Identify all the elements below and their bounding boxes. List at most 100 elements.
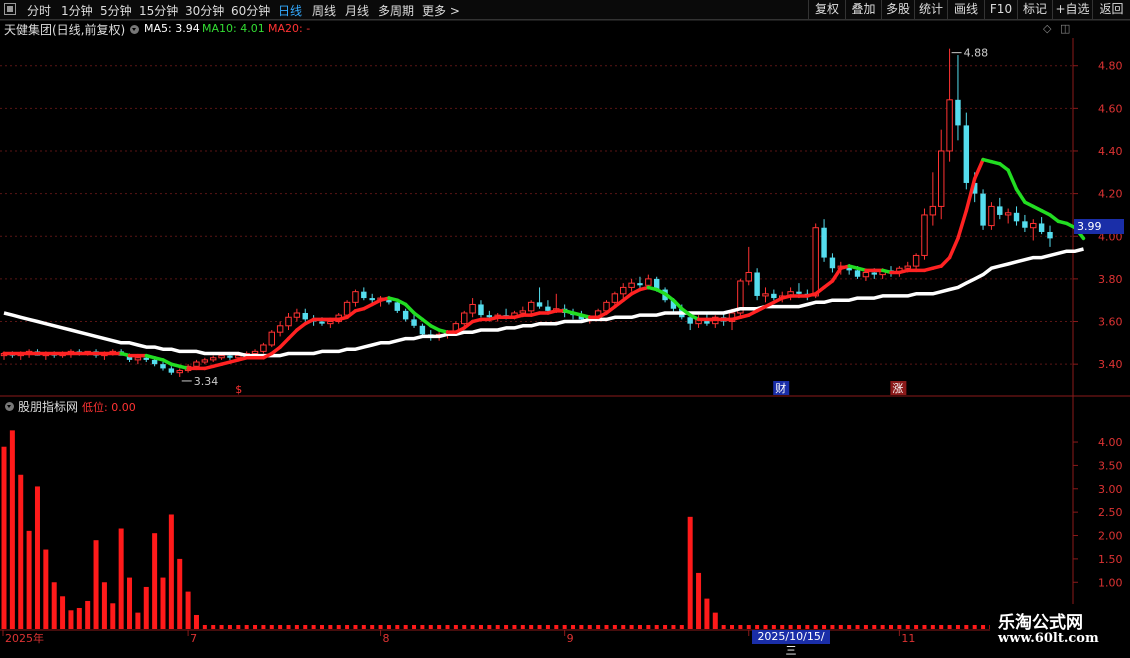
indicator-bar bbox=[60, 596, 66, 629]
candle-body-up bbox=[260, 344, 267, 352]
indicator-bar bbox=[118, 528, 124, 629]
draw-line-button[interactable]: 画线 bbox=[947, 0, 984, 19]
indicator-dot bbox=[587, 625, 592, 629]
ma-short-segment bbox=[621, 292, 634, 302]
candle-body-down bbox=[369, 298, 375, 301]
ma-short-segment bbox=[462, 319, 475, 330]
limit-up-marker-bg bbox=[890, 381, 907, 395]
cursor-date-tag: 2025/10/15/三 bbox=[752, 630, 830, 657]
dropdown-circle-icon[interactable] bbox=[130, 25, 139, 34]
candle-body-up bbox=[218, 355, 225, 359]
ma20-label: MA20: - bbox=[268, 22, 311, 35]
indicator-dot bbox=[294, 625, 299, 629]
candle-body-up bbox=[134, 357, 142, 361]
ma-short-segment bbox=[228, 358, 241, 364]
indicator-name[interactable]: 股朋指标网 bbox=[18, 398, 78, 415]
ma-short-segment bbox=[780, 294, 793, 300]
ma-short-segment bbox=[387, 296, 400, 302]
ma-short-segment bbox=[822, 279, 835, 290]
period-tab-more[interactable]: 更多 > bbox=[422, 2, 460, 19]
menu-icon[interactable] bbox=[4, 3, 16, 15]
ma-short-segment bbox=[420, 317, 433, 328]
candle-body-up bbox=[285, 316, 292, 327]
overlay-button[interactable]: 叠加 bbox=[845, 0, 881, 19]
indicator-dot bbox=[863, 625, 868, 629]
candle-body-up bbox=[519, 310, 527, 314]
candle-body-up bbox=[988, 205, 995, 227]
candle-body-down bbox=[118, 351, 124, 356]
statistics-button[interactable]: 统计 bbox=[914, 0, 947, 19]
indicator-bar bbox=[152, 533, 158, 629]
indicator-dot bbox=[830, 625, 835, 629]
ma-short-segment bbox=[487, 315, 500, 322]
candle-body-up bbox=[712, 316, 719, 325]
candle-body-up bbox=[0, 352, 8, 357]
indicator-dot bbox=[487, 625, 492, 629]
add-watchlist-button[interactable]: +自选 bbox=[1052, 0, 1092, 19]
indicator-dot bbox=[478, 625, 483, 629]
ma-short-segment bbox=[947, 236, 960, 260]
ma-short-segment bbox=[1056, 219, 1069, 226]
back-button[interactable]: 返回 bbox=[1092, 0, 1130, 19]
ma-short-segment bbox=[1031, 204, 1044, 213]
period-toolbar: 分时 1分钟 5分钟 15分钟 30分钟 60分钟 日线 周线 月线 多周期 更… bbox=[0, 0, 1130, 20]
candle-body-up bbox=[879, 269, 886, 276]
panel-toggle-icon[interactable]: ◫ bbox=[1060, 22, 1070, 35]
ma-short-segment bbox=[613, 298, 625, 309]
candle-body-up bbox=[84, 350, 91, 354]
indicator-dot bbox=[679, 625, 684, 629]
ma-short-segment bbox=[855, 266, 868, 273]
indicator-dot bbox=[236, 625, 241, 629]
current-price-tag: 3.99 bbox=[1074, 219, 1124, 234]
period-tab-30min[interactable]: 30分钟 bbox=[185, 2, 224, 19]
period-tab-fenshi[interactable]: 分时 bbox=[27, 2, 51, 19]
indicator-dot bbox=[730, 625, 735, 629]
f10-button[interactable]: F10 bbox=[984, 0, 1017, 19]
period-tab-1min[interactable]: 1分钟 bbox=[61, 2, 93, 19]
indicator-dot bbox=[663, 625, 668, 629]
indicator-dot bbox=[838, 625, 843, 629]
period-tab-monthly[interactable]: 月线 bbox=[345, 2, 369, 19]
period-tab-5min[interactable]: 5分钟 bbox=[100, 2, 132, 19]
multi-stock-button[interactable]: 多股 bbox=[881, 0, 914, 19]
indicator-dot bbox=[796, 625, 801, 629]
indicator-tick-label: 1.50 bbox=[1098, 553, 1123, 566]
indicator-bar bbox=[1, 446, 7, 629]
candle-body-up bbox=[812, 227, 819, 297]
ma-short-segment bbox=[345, 309, 358, 320]
period-tab-weekly[interactable]: 周线 bbox=[312, 2, 336, 19]
fuquan-button[interactable]: 复权 bbox=[808, 0, 845, 19]
indicator-dot bbox=[629, 625, 634, 629]
candle-body-down bbox=[561, 308, 568, 313]
price-tick-label: 3.80 bbox=[1098, 273, 1123, 286]
period-tab-15min[interactable]: 15分钟 bbox=[139, 2, 178, 19]
indicator-dot bbox=[889, 625, 894, 629]
candle-body-down bbox=[302, 312, 308, 320]
candle-body-down bbox=[545, 306, 551, 311]
candle-body-down bbox=[386, 298, 392, 303]
indicator-bar bbox=[68, 610, 74, 629]
mark-button[interactable]: 标记 bbox=[1017, 0, 1052, 19]
period-tab-multi[interactable]: 多周期 bbox=[378, 2, 414, 19]
price-tick-label: 3.40 bbox=[1098, 358, 1123, 371]
ma-short-segment bbox=[177, 364, 190, 371]
ma-short-segment bbox=[830, 266, 843, 283]
indicator-dot bbox=[261, 625, 266, 629]
candle-body-up bbox=[352, 291, 359, 303]
period-tab-60min[interactable]: 60分钟 bbox=[231, 2, 270, 19]
indicator-value: 低位: 0.00 bbox=[82, 401, 136, 414]
indicator-bar bbox=[193, 614, 199, 629]
stock-title[interactable]: 天健集团(日线,前复权) bbox=[4, 21, 125, 38]
candle-body-down bbox=[955, 99, 961, 126]
candle-body-up bbox=[494, 314, 501, 318]
candle-body-down bbox=[168, 368, 175, 373]
candle-body-up bbox=[377, 297, 384, 301]
period-tab-daily[interactable]: 日线 bbox=[278, 2, 302, 19]
ma-short-segment bbox=[763, 300, 776, 309]
ma-short-segment bbox=[1039, 208, 1052, 217]
indicator-dot bbox=[395, 625, 400, 629]
ma-short-segment bbox=[470, 317, 483, 324]
diamond-icon[interactable]: ◇ bbox=[1043, 22, 1051, 35]
indicator-dropdown-icon[interactable] bbox=[5, 402, 14, 411]
candle-body-up bbox=[896, 267, 903, 273]
